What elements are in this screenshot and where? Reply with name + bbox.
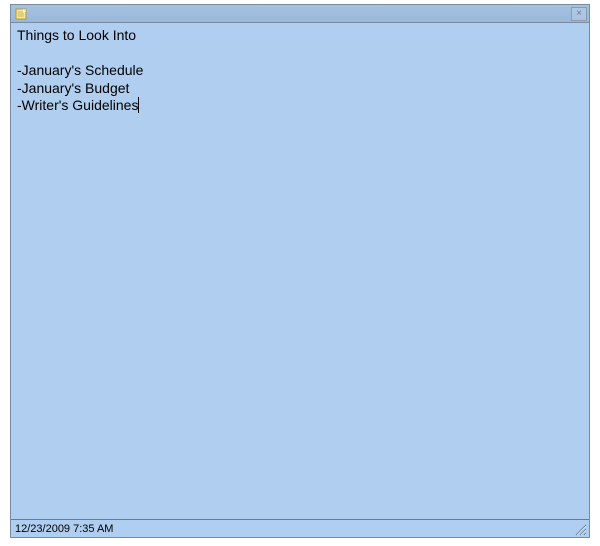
resize-grip[interactable] (573, 522, 587, 536)
note-line: -Writer's Guidelines (17, 97, 583, 115)
note-body[interactable]: Things to Look Into -January's Schedule … (11, 23, 589, 519)
titlebar[interactable]: × (11, 5, 589, 23)
titlebar-left (13, 7, 28, 21)
close-button[interactable]: × (571, 7, 587, 21)
status-timestamp: 12/23/2009 7:35 AM (15, 523, 113, 535)
note-line: -January's Schedule (17, 62, 583, 80)
note-title-text: Things to Look Into (17, 27, 583, 45)
sticky-note-window: × Things to Look Into -January's Schedul… (10, 4, 590, 538)
note-text-with-cursor: -Writer's Guidelines (17, 97, 139, 113)
statusbar: 12/23/2009 7:35 AM (11, 519, 589, 537)
note-line: -January's Budget (17, 80, 583, 98)
close-icon: × (576, 9, 582, 19)
sticky-note-icon (14, 7, 28, 21)
